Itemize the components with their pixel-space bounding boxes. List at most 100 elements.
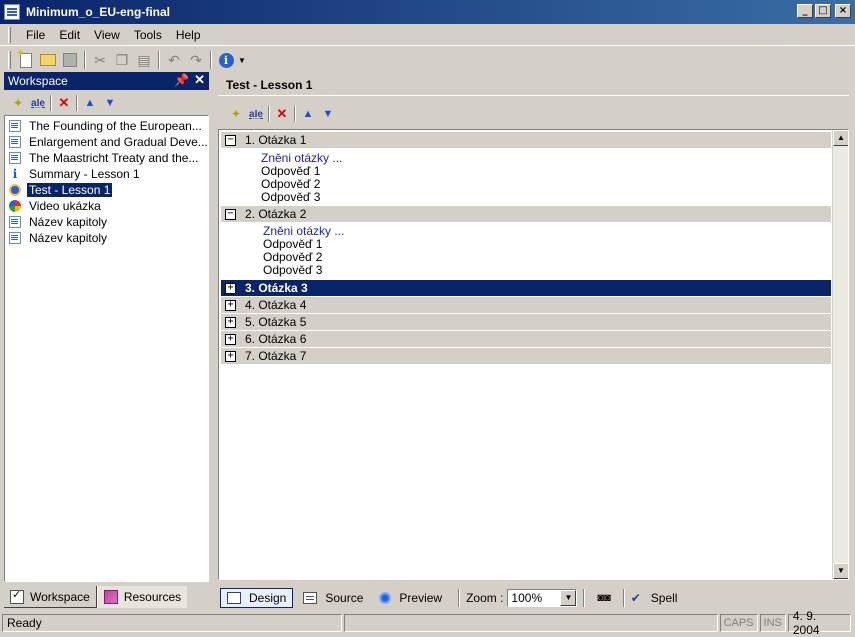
copy-button[interactable]: ❐ — [111, 49, 133, 71]
spell-toggle[interactable]: Spell — [651, 591, 678, 605]
workspace-item-label: The Founding of the European... — [29, 119, 202, 133]
zoom-value: 100% — [511, 591, 543, 605]
menu-edit[interactable]: Edit — [52, 26, 87, 44]
scroll-up-button[interactable]: ▲ — [833, 130, 848, 146]
open-button[interactable] — [37, 49, 59, 71]
menu-tools[interactable]: Tools — [127, 26, 169, 44]
expand-toggle-icon[interactable]: + — [225, 333, 236, 345]
source-mode-button[interactable]: Source — [297, 588, 369, 608]
ws-move-down-button[interactable]: ▼ — [100, 94, 120, 112]
workspace-item[interactable]: Název kapitoly — [9, 214, 207, 230]
close-button[interactable]: × — [835, 4, 851, 18]
question-label: 4. Otázka 4 — [245, 298, 307, 312]
ws-rename-button[interactable]: aI̲e — [28, 94, 48, 112]
workspace-item[interactable]: The Maastricht Treaty and the... — [9, 150, 207, 166]
document-icon — [9, 152, 21, 164]
answer-item[interactable]: Odpověď 1 — [261, 164, 320, 178]
workspace-close-icon[interactable]: ✕ — [194, 72, 205, 88]
scroll-down-button[interactable]: ▼ — [833, 563, 848, 579]
question-header[interactable]: + 5. Otázka 5 — [221, 314, 831, 330]
question-header[interactable]: + 7. Otázka 7 — [221, 348, 831, 364]
workspace-item-label: The Maastricht Treaty and the... — [29, 151, 199, 165]
maximize-button[interactable]: □ — [815, 4, 831, 18]
workspace-tab-icon — [10, 588, 24, 604]
expand-toggle-icon[interactable]: + — [225, 282, 236, 294]
question-text[interactable]: Zněni otázky ... — [261, 151, 342, 165]
collapse-toggle-icon[interactable]: − — [225, 208, 236, 220]
undo-button[interactable]: ↶ — [163, 49, 185, 71]
arrow-down-icon: ▼ — [104, 97, 116, 109]
paste-button[interactable]: ▤ — [133, 49, 155, 71]
preview-icon — [379, 592, 392, 604]
expand-toggle-icon[interactable]: + — [225, 316, 236, 328]
ed-new-question-button[interactable]: ✦ — [226, 105, 246, 123]
answer-item[interactable]: Odpověď 3 — [263, 263, 322, 277]
question-header[interactable]: − 2. Otázka 2 — [221, 206, 831, 222]
tab-resources[interactable]: Resources — [96, 586, 188, 608]
question-header-selected[interactable]: + 3. Otázka 3 — [221, 280, 831, 296]
info-icon: i — [12, 167, 18, 181]
collapse-toggle-icon[interactable]: − — [225, 134, 236, 146]
view-bar-separator — [458, 589, 461, 607]
workspace-item-selected[interactable]: Test - Lesson 1 — [9, 182, 207, 198]
ed-move-up-button[interactable]: ▲ — [298, 105, 318, 123]
menu-help[interactable]: Help — [169, 26, 208, 44]
title-bar: Minimum_o_EU-eng-final _ □ × — [0, 0, 855, 24]
answer-item[interactable]: Odpověď 3 — [261, 190, 320, 204]
minimize-button[interactable]: _ — [797, 4, 813, 18]
ws-new-item-button[interactable]: ✦ — [8, 94, 28, 112]
workspace-item[interactable]: Enlargement and Gradual Deve... — [9, 134, 207, 150]
redo-button[interactable]: ↷ — [185, 49, 207, 71]
undo-icon: ↶ — [168, 51, 180, 68]
question-header[interactable]: + 6. Otázka 6 — [221, 331, 831, 347]
question-header[interactable]: + 4. Otázka 4 — [221, 297, 831, 313]
pin-icon[interactable]: 📌 — [174, 73, 189, 87]
question-header[interactable]: − 1. Otázka 1 — [221, 132, 831, 148]
workspace-item[interactable]: The Founding of the European... — [9, 118, 207, 134]
toolbar-separator — [210, 51, 212, 69]
design-mode-button[interactable]: Design — [220, 588, 294, 608]
save-button[interactable] — [59, 49, 81, 71]
ed-separator — [268, 106, 270, 122]
info-dropdown-icon[interactable]: ▼ — [238, 56, 246, 65]
ed-move-down-button[interactable]: ▼ — [318, 105, 338, 123]
ed-delete-button[interactable]: ✕ — [272, 105, 292, 123]
cut-button[interactable]: ✂ — [89, 49, 111, 71]
editor-view-bar: Design Source Preview Zoom : 100% ▼ ◙◙ ✔… — [218, 586, 849, 610]
new-button[interactable] — [15, 48, 37, 71]
ws-move-up-button[interactable]: ▲ — [80, 94, 100, 112]
question-label: 2. Otázka 2 — [245, 207, 307, 221]
ws-separator — [50, 95, 52, 111]
tab-workspace[interactable]: Workspace — [4, 586, 97, 608]
question-list: − 1. Otázka 1 Zněni otázky ... Odpověď 1… — [218, 129, 849, 580]
workspace-item[interactable]: i Summary - Lesson 1 — [9, 166, 207, 182]
question-label: 5. Otázka 5 — [245, 315, 307, 329]
workspace-tree: The Founding of the European... Enlargem… — [4, 115, 209, 582]
test-icon — [9, 184, 21, 196]
chevron-down-icon[interactable]: ▼ — [560, 590, 577, 606]
toolbar-grip[interactable] — [8, 51, 11, 69]
workspace-item-label: Enlargement and Gradual Deve... — [29, 135, 207, 149]
preview-mode-button[interactable]: Preview — [373, 588, 448, 608]
workspace-item[interactable]: Název kapitoly — [9, 230, 207, 246]
new-icon — [16, 48, 32, 68]
ed-rename-button[interactable]: aI̲e — [246, 105, 266, 123]
zoom-select[interactable]: 100% ▼ — [507, 589, 578, 607]
expand-toggle-icon[interactable]: + — [225, 350, 236, 362]
ws-delete-button[interactable]: ✕ — [54, 94, 74, 112]
workspace-item[interactable]: Video ukázka — [9, 198, 207, 214]
vertical-scrollbar[interactable]: ▲ ▼ — [832, 130, 848, 579]
ws-separator — [76, 95, 78, 111]
answer-item[interactable]: Odpověď 2 — [261, 177, 320, 191]
question-text[interactable]: Zněni otázky ... — [263, 224, 344, 238]
expand-toggle-icon[interactable]: + — [225, 299, 236, 311]
menu-file[interactable]: File — [19, 26, 52, 44]
ed-separator — [294, 106, 296, 122]
info-button[interactable]: i — [215, 49, 237, 71]
menu-view[interactable]: View — [87, 26, 127, 44]
menu-grip[interactable] — [8, 26, 11, 43]
question-label: 1. Otázka 1 — [245, 133, 307, 147]
answer-item[interactable]: Odpověď 1 — [263, 237, 322, 251]
answer-item[interactable]: Odpověď 2 — [263, 250, 322, 264]
find-binoculars-icon[interactable]: ◙◙ — [597, 592, 610, 604]
